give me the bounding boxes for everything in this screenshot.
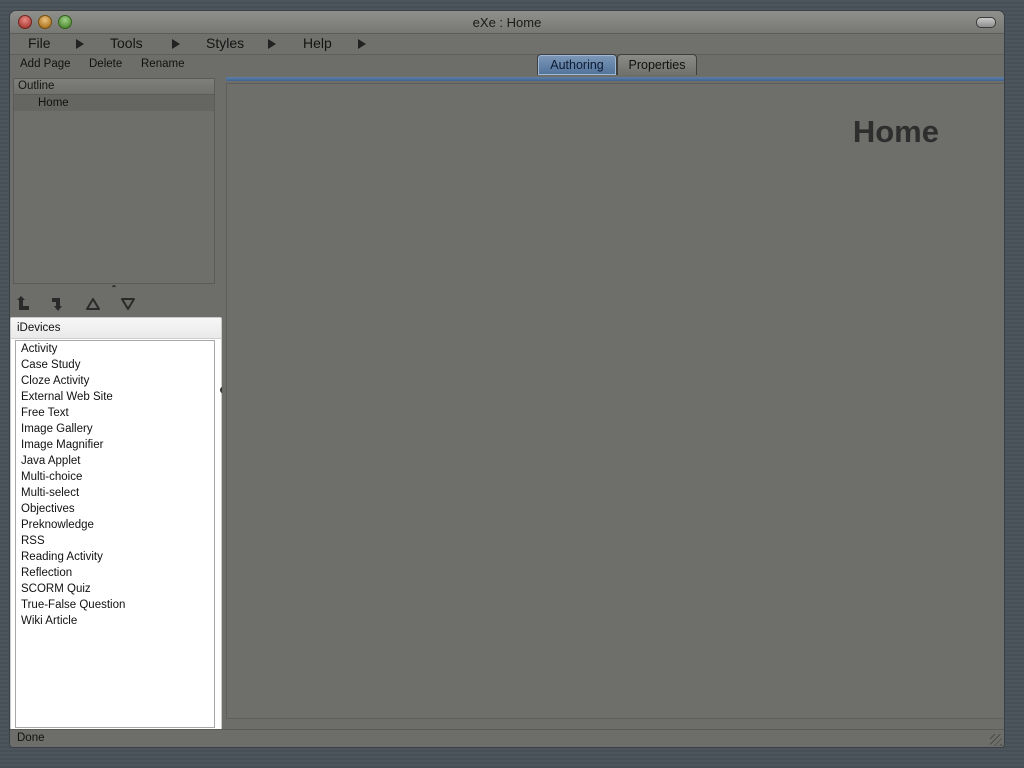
outline-nav-toolbar [14,295,214,315]
idevice-item[interactable]: Preknowledge [16,517,214,533]
move-up-icon[interactable] [84,295,102,313]
demote-icon[interactable] [49,295,67,313]
status-bar: Done [10,729,1004,747]
idevice-item[interactable]: Objectives [16,501,214,517]
idevice-item[interactable]: Java Applet [16,453,214,469]
menu-tools[interactable]: Tools [110,35,143,51]
outline-node-home[interactable]: Home [14,95,214,111]
idevice-item[interactable]: SCORM Quiz [16,581,214,597]
resize-grip-icon[interactable] [990,734,1002,746]
idevice-item[interactable]: Reading Activity [16,549,214,565]
menu-bar: File Tools Styles Help [10,34,1004,55]
rename-page-button[interactable]: Rename [141,58,184,70]
idevice-item[interactable]: Cloze Activity [16,373,214,389]
idevices-list[interactable]: Activity Case Study Cloze Activity Exter… [15,340,215,728]
menu-help-arrow-icon[interactable] [358,39,366,49]
toolbar-toggle-button[interactable] [976,17,996,28]
tab-authoring[interactable]: Authoring [537,54,617,75]
app-window: eXe : Home File Tools Styles Help Add Pa… [10,11,1004,747]
idevices-panel: iDevices Activity Case Study Cloze Activ… [10,317,222,731]
add-page-button[interactable]: Add Page [20,58,71,70]
outline-splitter-handle[interactable] [112,285,116,290]
idevice-item[interactable]: Multi-select [16,485,214,501]
idevice-item[interactable]: Reflection [16,565,214,581]
menu-styles-arrow-icon[interactable] [268,39,276,49]
menu-file[interactable]: File [28,35,51,51]
title-bar[interactable]: eXe : Home [10,11,1004,34]
window-title: eXe : Home [472,15,542,30]
idevice-item[interactable]: Image Gallery [16,421,214,437]
tab-properties[interactable]: Properties [617,54,697,75]
idevice-item[interactable]: True-False Question [16,597,214,613]
menu-styles[interactable]: Styles [206,35,244,51]
menu-help[interactable]: Help [303,35,332,51]
idevice-item[interactable]: External Web Site [16,389,214,405]
idevice-item[interactable]: RSS [16,533,214,549]
idevice-item[interactable]: Wiki Article [16,613,214,629]
move-down-icon[interactable] [119,295,137,313]
idevice-item[interactable]: Activity [16,341,214,357]
idevice-item[interactable]: Image Magnifier [16,437,214,453]
outline-action-bar: Add Page Delete Rename [10,55,225,76]
menu-tools-arrow-icon[interactable] [172,39,180,49]
idevice-item[interactable]: Free Text [16,405,214,421]
tab-underline [226,77,1004,81]
page-title: Home [852,114,939,149]
idevices-header: iDevices [11,318,221,339]
menu-file-arrow-icon[interactable] [76,39,84,49]
sidebar-splitter-handle[interactable] [220,387,225,393]
outline-panel: Outline Home [13,78,215,284]
outline-header: Outline [14,79,214,95]
delete-page-button[interactable]: Delete [89,58,122,70]
idevice-item[interactable]: Multi-choice [16,469,214,485]
promote-icon[interactable] [14,295,32,313]
authoring-content-area[interactable]: Home [226,83,1004,719]
idevice-item[interactable]: Case Study [16,357,214,373]
status-text: Done [17,732,45,744]
